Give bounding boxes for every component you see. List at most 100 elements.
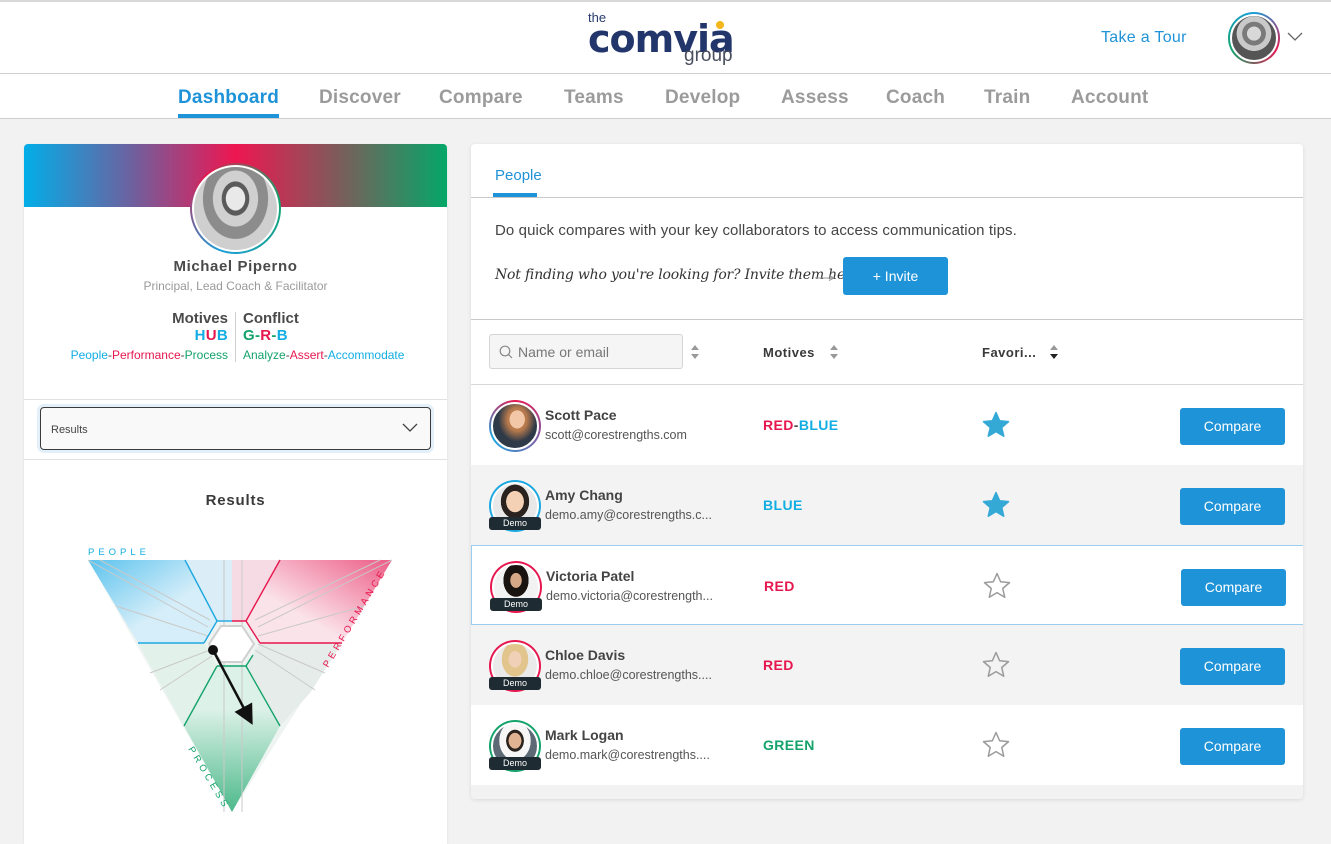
active-nav-indicator bbox=[178, 114, 279, 118]
motives-summary: Motives HUB People-Performance-Process bbox=[71, 310, 228, 365]
person-email: scott@corestrengths.com bbox=[545, 428, 687, 442]
star-outline-icon[interactable] bbox=[981, 650, 1011, 680]
user-avatar[interactable] bbox=[1228, 12, 1280, 64]
search-input[interactable] bbox=[518, 342, 678, 362]
conflict-summary: Conflict G-R-B Analyze-Assert-Accommodat… bbox=[243, 310, 404, 365]
text-segment: U bbox=[205, 327, 217, 344]
sort-favorite-icon[interactable] bbox=[1049, 343, 1059, 361]
person-name[interactable]: Mark Logan bbox=[545, 727, 624, 743]
text-segment: RED bbox=[763, 417, 794, 433]
view-select[interactable]: Results bbox=[40, 407, 431, 450]
take-a-tour-link[interactable]: Take a Tour bbox=[1101, 29, 1187, 47]
profile-photo bbox=[192, 165, 279, 252]
compare-button[interactable]: Compare bbox=[1180, 488, 1285, 525]
conflict-description: Analyze-Assert-Accommodate bbox=[243, 345, 404, 365]
nav-item-assess[interactable]: Assess bbox=[781, 87, 849, 109]
profile-panel: Michael Piperno Principal, Lead Coach & … bbox=[24, 144, 447, 844]
nav-item-teams[interactable]: Teams bbox=[564, 87, 624, 109]
person-name[interactable]: Amy Chang bbox=[545, 487, 623, 503]
person-row[interactable]: Demo Victoria Patel demo.victoria@corest… bbox=[471, 545, 1303, 625]
text-segment: Performance bbox=[111, 348, 181, 362]
star-outline-icon[interactable] bbox=[981, 730, 1011, 760]
divider bbox=[24, 459, 447, 460]
logo-dot bbox=[716, 21, 724, 29]
text-segment: G bbox=[243, 327, 255, 344]
profile-avatar bbox=[190, 163, 281, 254]
text-segment: GREEN bbox=[763, 737, 815, 753]
conflict-label: Conflict bbox=[243, 310, 299, 327]
nav-item-account[interactable]: Account bbox=[1071, 87, 1148, 109]
main-nav: Dashboard Discover Compare Teams Develop Asse… bbox=[0, 74, 1331, 119]
text-segment: BLUE bbox=[798, 417, 839, 433]
demo-badge: Demo bbox=[489, 677, 541, 690]
text-segment: Analyze bbox=[243, 348, 286, 362]
invite-hint: Not finding who you're looking for? Invi… bbox=[495, 267, 860, 283]
divider bbox=[471, 197, 1303, 198]
demo-badge: Demo bbox=[489, 517, 541, 530]
comvia-logo[interactable]: the comvia group bbox=[588, 8, 748, 70]
profile-name: Michael Piperno bbox=[173, 258, 298, 275]
text-segment: Accommodate bbox=[327, 348, 405, 362]
tab-people[interactable]: People bbox=[495, 167, 542, 184]
divider bbox=[24, 399, 447, 400]
text-segment: RED bbox=[763, 657, 794, 673]
people-panel: People Do quick compares with your key c… bbox=[471, 144, 1303, 799]
label-people: PEOPLE bbox=[88, 547, 150, 558]
text-segment: People bbox=[70, 348, 108, 362]
text-segment: H bbox=[194, 327, 206, 344]
search-field[interactable] bbox=[489, 334, 683, 369]
compare-button[interactable]: Compare bbox=[1180, 648, 1285, 685]
person-row[interactable]: Scott Pace scott@corestrengths.com RED-B… bbox=[471, 385, 1303, 465]
text-segment: R bbox=[260, 327, 272, 344]
compare-button[interactable]: Compare bbox=[1180, 408, 1285, 445]
person-name[interactable]: Chloe Davis bbox=[545, 647, 625, 663]
nav-item-train[interactable]: Train bbox=[984, 87, 1030, 109]
column-header-motives[interactable]: Motives bbox=[763, 345, 815, 360]
chevron-down-icon bbox=[402, 423, 418, 432]
table-footer bbox=[471, 785, 1303, 799]
logo-group: group bbox=[684, 45, 733, 66]
sort-motives-icon[interactable] bbox=[829, 343, 839, 361]
person-email: demo.amy@corestrengths.c... bbox=[545, 508, 712, 522]
invite-button[interactable]: + Invite bbox=[843, 257, 948, 295]
person-email: demo.chloe@corestrengths.... bbox=[545, 668, 712, 682]
conflict-start-dot bbox=[208, 645, 218, 655]
person-row[interactable]: Demo Amy Chang demo.amy@corestrengths.c.… bbox=[471, 465, 1303, 545]
nav-item-develop[interactable]: Develop bbox=[665, 87, 740, 109]
nav-item-compare[interactable]: Compare bbox=[439, 87, 523, 109]
star-outline-icon[interactable] bbox=[982, 571, 1012, 601]
compare-button[interactable]: Compare bbox=[1180, 728, 1285, 765]
person-motive: RED bbox=[763, 657, 794, 673]
demo-badge: Demo bbox=[490, 598, 542, 611]
demo-badge: Demo bbox=[489, 757, 541, 770]
text-segment: BLUE bbox=[763, 497, 803, 513]
person-email: demo.victoria@corestrength... bbox=[546, 589, 713, 603]
text-segment: B bbox=[276, 327, 288, 344]
sort-name-icon[interactable] bbox=[690, 343, 700, 361]
nav-item-discover[interactable]: Discover bbox=[319, 87, 401, 109]
text-segment: B bbox=[216, 327, 228, 344]
summary-divider bbox=[235, 312, 236, 362]
compare-button[interactable]: Compare bbox=[1181, 569, 1286, 606]
person-avatar[interactable] bbox=[489, 400, 541, 452]
column-header-favorite[interactable]: Favori... bbox=[982, 345, 1036, 360]
person-name[interactable]: Scott Pace bbox=[545, 407, 617, 423]
person-row[interactable]: Demo Chloe Davis demo.chloe@corestrength… bbox=[471, 625, 1303, 705]
motives-conflict-summary: Motives HUB People-Performance-Process C… bbox=[24, 310, 447, 364]
top-bar: the comvia group Take a Tour bbox=[0, 0, 1331, 74]
person-email: demo.mark@corestrengths.... bbox=[545, 748, 710, 762]
profile-title: Principal, Lead Coach & Facilitator bbox=[143, 279, 328, 293]
star-filled-icon[interactable] bbox=[981, 410, 1011, 440]
text-segment: RED bbox=[764, 578, 795, 594]
search-icon bbox=[499, 345, 513, 359]
nav-item-coach[interactable]: Coach bbox=[886, 87, 945, 109]
person-row[interactable]: Demo Mark Logan demo.mark@corestrengths.… bbox=[471, 705, 1303, 785]
person-name[interactable]: Victoria Patel bbox=[546, 568, 634, 584]
motives-code: HUB bbox=[71, 327, 228, 345]
chevron-down-icon[interactable] bbox=[1287, 30, 1303, 42]
text-segment: Assert bbox=[289, 348, 324, 362]
nav-item-dashboard[interactable]: Dashboard bbox=[178, 87, 279, 109]
motives-label: Motives bbox=[172, 310, 228, 327]
star-filled-icon[interactable] bbox=[981, 490, 1011, 520]
user-avatar-photo bbox=[1230, 14, 1278, 62]
